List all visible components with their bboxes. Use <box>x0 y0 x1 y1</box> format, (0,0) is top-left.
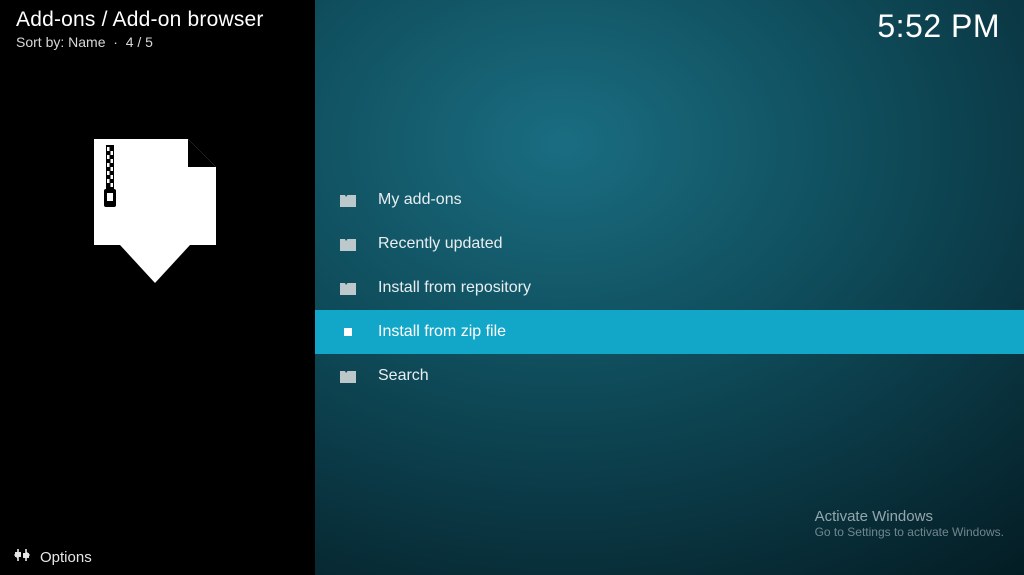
menu-list: My add-ons Recently updated Install from… <box>315 178 1024 398</box>
sort-info: Sort by: Name · 4 / 5 <box>0 32 315 50</box>
folder-icon <box>340 194 356 206</box>
install-zip-icon <box>80 135 230 290</box>
menu-item-label: Install from zip file <box>378 323 506 341</box>
menu-item-my-addons[interactable]: My add-ons <box>315 178 1024 222</box>
file-icon <box>342 326 354 338</box>
options-icon <box>14 547 30 567</box>
menu-item-install-repository[interactable]: Install from repository <box>315 266 1024 310</box>
position-counter: 4 / 5 <box>126 34 153 50</box>
menu-item-label: My add-ons <box>378 191 462 209</box>
menu-item-install-zip[interactable]: Install from zip file <box>315 310 1024 354</box>
folder-icon <box>340 282 356 294</box>
separator-dot: · <box>109 34 121 50</box>
options-button[interactable]: Options <box>0 539 315 575</box>
main-panel: 5:52 PM My add-ons Recently updated Inst… <box>315 0 1024 575</box>
menu-item-search[interactable]: Search <box>315 354 1024 398</box>
watermark-title: Activate Windows <box>815 508 1004 525</box>
sidebar: Add-ons / Add-on browser Sort by: Name ·… <box>0 0 315 575</box>
options-label: Options <box>40 549 92 566</box>
menu-item-label: Recently updated <box>378 235 503 253</box>
menu-item-recently-updated[interactable]: Recently updated <box>315 222 1024 266</box>
watermark-sub: Go to Settings to activate Windows. <box>815 525 1004 539</box>
sort-label: Sort by: Name <box>16 34 105 50</box>
windows-activation-watermark: Activate Windows Go to Settings to activ… <box>815 508 1004 539</box>
menu-item-label: Search <box>378 367 429 385</box>
folder-icon <box>340 238 356 250</box>
clock: 5:52 PM <box>877 8 1000 45</box>
menu-item-label: Install from repository <box>378 279 531 297</box>
breadcrumb: Add-ons / Add-on browser <box>0 0 315 32</box>
folder-icon <box>340 370 356 382</box>
